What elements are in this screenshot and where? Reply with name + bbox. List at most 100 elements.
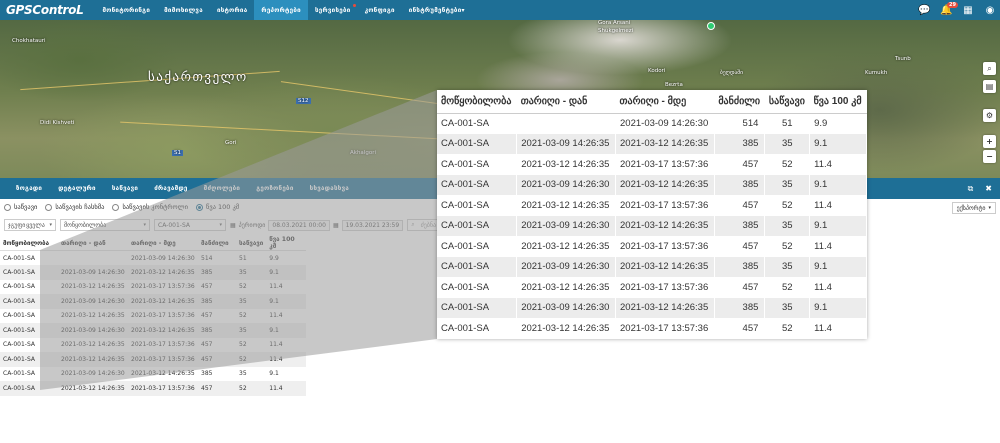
report-type-option[interactable]: საწვავი — [4, 203, 37, 211]
top-navbar: GPSControL მონიტორინგი მიმოხილვა ისტორია რე… — [0, 0, 1000, 20]
table-row[interactable]: CA-001-SA 2021-03-12 14:26:35 2021-03-17 1… — [0, 352, 307, 367]
table-row[interactable]: CA-001-SA 2021-03-12 14:26:35 2021-03-17 1… — [437, 318, 867, 339]
report-tab-4[interactable]: მძღოლები — [196, 185, 249, 192]
nav-item-6[interactable]: ინსტრუმენტები — [402, 0, 472, 20]
table-cell: 2021-03-09 14:26:30 — [516, 256, 617, 277]
column-header[interactable]: მანძილი — [198, 236, 236, 251]
table-row[interactable]: CA-001-SA 2021-03-12 14:26:35 2021-03-17 1… — [437, 236, 867, 257]
table-row[interactable]: CA-001-SA 2021-03-09 14:26:30 514 51 9.9 — [0, 251, 306, 266]
table-cell: 2021-03-17 13:57:36 — [615, 154, 715, 175]
table-cell: 2021-03-12 14:26:35 — [516, 318, 617, 339]
report-tab-3[interactable]: ძრავამდე — [146, 185, 195, 192]
report-tab-2[interactable]: საწვავი — [104, 185, 146, 192]
table-cell: 9.1 — [266, 323, 307, 338]
close-icon[interactable]: ✖ — [985, 184, 992, 193]
table-cell: 51 — [239, 254, 247, 262]
column-header[interactable]: წვა 100 კმ — [809, 90, 867, 114]
report-tab-0[interactable]: ზოგადი — [8, 185, 50, 192]
table-cell: 2021-03-12 14:26:35 — [615, 256, 715, 277]
table-row[interactable]: CA-001-SA 2021-03-09 14:26:30 514 51 9.9 — [437, 113, 867, 134]
zoom-in-icon[interactable]: + — [983, 135, 996, 148]
column-header[interactable]: თარიღი - დან — [58, 236, 128, 251]
table-row[interactable]: CA-001-SA 2021-03-09 14:26:30 2021-03-12 1… — [0, 294, 307, 309]
nav-item-3[interactable]: რეპორტები — [254, 0, 308, 20]
table-cell: CA-001-SA — [3, 370, 35, 378]
book-icon[interactable]: ▤ — [983, 80, 996, 93]
app-logo[interactable]: GPSControL — [0, 3, 95, 17]
report-tab-1[interactable]: დეტალური — [50, 185, 104, 192]
table-row[interactable]: CA-001-SA 2021-03-12 14:26:35 2021-03-17 1… — [437, 195, 867, 216]
nav-item-1[interactable]: მიმოხილვა — [157, 0, 210, 20]
table-cell: CA-001-SA — [437, 318, 518, 339]
table-cell: 2021-03-17 13:57:36 — [615, 318, 715, 339]
table-row[interactable]: CA-001-SA 2021-03-12 14:26:35 2021-03-17 1… — [437, 154, 867, 175]
table-cell: 2021-03-09 14:26:30 — [61, 370, 125, 378]
nav-item-0[interactable]: მონიტორინგი — [95, 0, 157, 20]
table-cell: CA-001-SA — [0, 381, 58, 396]
table-row[interactable]: CA-001-SA 2021-03-09 14:26:30 2021-03-12 1… — [437, 215, 867, 236]
date-from[interactable]: 08.03.2021 00:00 — [268, 219, 330, 231]
user-icon[interactable]: ◉ — [984, 5, 996, 16]
column-header[interactable]: მანძილი — [714, 90, 765, 114]
radio-label: საწვავის ჩასხმა — [55, 203, 105, 211]
group-select[interactable]: ჯგუფი ყველა ▾ — [4, 219, 56, 231]
column-header[interactable]: საწვავი — [236, 236, 267, 251]
table-row[interactable]: CA-001-SA 2021-03-12 14:26:35 2021-03-17 1… — [0, 280, 306, 295]
table-cell: CA-001-SA — [0, 352, 58, 367]
table-cell: 2021-03-09 14:26:30 — [516, 215, 617, 236]
radio-button[interactable] — [4, 203, 11, 211]
bell-icon[interactable]: 🔔 29 — [940, 1, 958, 16]
column-header[interactable]: თარიღი - მდე — [615, 90, 715, 114]
gear-icon[interactable]: ⚙ — [983, 109, 996, 122]
period-range[interactable]: ▦ პერიოდი 08.03.2021 00:00 ▦ 19.03.2021 … — [230, 219, 404, 231]
report-type-option[interactable]: საწვავის კონტროლი — [112, 203, 188, 211]
table-row[interactable]: CA-001-SA 2021-03-12 14:26:35 2021-03-17 1… — [0, 381, 307, 396]
vehicle-marker[interactable] — [707, 22, 715, 30]
table-row[interactable]: CA-001-SA 2021-03-12 14:26:35 2021-03-17 1… — [437, 277, 867, 298]
nav-item-2[interactable]: ისტორია — [210, 0, 254, 20]
radio-button[interactable] — [45, 203, 53, 211]
table-cell: 35 — [764, 297, 811, 318]
table-row[interactable]: CA-001-SA 2021-03-09 14:26:35 2021-03-12 1… — [437, 133, 867, 154]
vehicle-select[interactable]: CA-001-SA ▾ — [154, 219, 226, 231]
nav-item-4[interactable]: სერვისები — [308, 0, 358, 20]
table-row[interactable]: CA-001-SA 2021-03-12 14:26:35 2021-03-17 1… — [0, 309, 306, 324]
column-header[interactable]: თარიღი - მდე — [128, 236, 198, 251]
table-cell: 9.1 — [809, 215, 867, 236]
nav-item-5[interactable]: კონფიგი — [358, 0, 402, 20]
search-placeholder: ძებნა — [420, 221, 437, 229]
table-row[interactable]: CA-001-SA 2021-03-09 14:26:30 2021-03-12 1… — [437, 297, 867, 318]
table-cell: 11.4 — [809, 277, 867, 298]
radio-button[interactable] — [195, 203, 203, 211]
date-to[interactable]: 19.03.2021 23:59 — [341, 219, 404, 231]
map-place: Shukgelmezi — [598, 28, 634, 34]
column-header[interactable]: საწვავი — [764, 90, 810, 114]
window-icon[interactable]: ⧉ — [968, 184, 974, 194]
table-row[interactable]: CA-001-SA 2021-03-09 14:26:30 2021-03-12 1… — [437, 256, 867, 277]
table-cell: CA-001-SA — [437, 236, 518, 257]
table-row[interactable]: CA-001-SA 2021-03-09 14:26:30 2021-03-12 1… — [0, 367, 306, 382]
export-select[interactable]: ექსპორტი ▾ — [951, 202, 996, 214]
zoom-out-icon[interactable]: − — [983, 150, 996, 163]
table-row[interactable]: CA-001-SA 2021-03-09 14:26:30 2021-03-12 1… — [437, 174, 867, 195]
table-row[interactable]: CA-001-SA 2021-03-09 14:26:30 2021-03-12 1… — [0, 323, 307, 338]
table-cell: 2021-03-09 14:26:30 — [58, 265, 128, 280]
report-tab-5[interactable]: გეოზონები — [248, 185, 301, 192]
grid-icon[interactable]: ▦ — [962, 5, 974, 16]
report-type-option[interactable]: საწვავის ჩასხმა — [45, 203, 104, 211]
column-header[interactable]: მოწყობილობა — [437, 90, 517, 114]
column-header[interactable]: თარიღი - დან — [516, 90, 616, 114]
chat-icon[interactable]: 💬 — [918, 5, 930, 16]
report-tab-6[interactable]: სხვადასხვა — [302, 185, 358, 192]
vehicle-label-select[interactable]: მონყობილობა ▾ — [60, 219, 150, 231]
radio-label: საწვავი — [14, 203, 38, 211]
calendar-icon: ▦ — [332, 221, 339, 229]
table-row[interactable]: CA-001-SA 2021-03-12 14:26:35 2021-03-17 1… — [0, 338, 306, 353]
report-type-option[interactable]: წვა 100 კმ — [195, 203, 239, 211]
radio-button[interactable] — [112, 203, 120, 211]
table-cell: 457 — [201, 312, 213, 320]
column-header[interactable]: წვა 100 კმ — [266, 236, 307, 251]
search-icon[interactable]: ⌕ — [983, 62, 996, 75]
column-header[interactable]: მოწყობილობა — [0, 236, 58, 251]
table-row[interactable]: CA-001-SA 2021-03-09 14:26:30 2021-03-12 1… — [0, 265, 307, 280]
